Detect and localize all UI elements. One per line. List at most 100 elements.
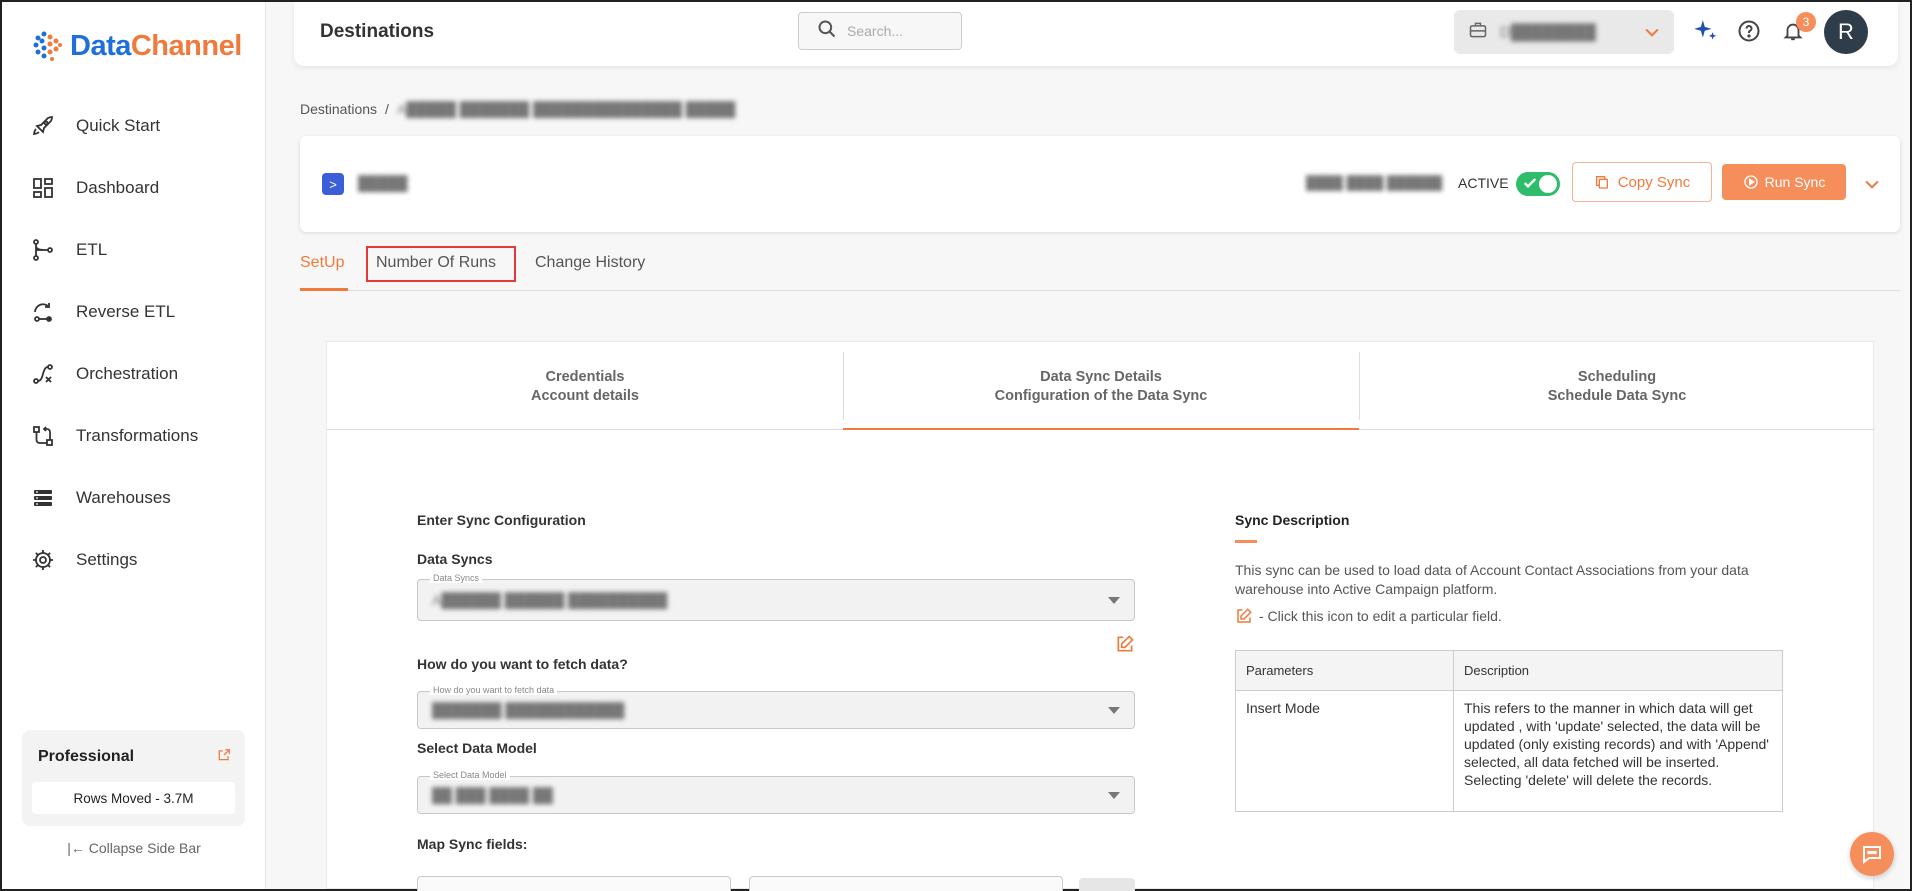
step-title: Credentials	[545, 368, 625, 385]
breadcrumb-destinations[interactable]: Destinations	[300, 101, 377, 117]
data-model-floating-label: Select Data Model	[430, 770, 510, 780]
orchestration-icon	[30, 361, 56, 387]
plan-title: Professional	[38, 748, 135, 765]
tab-number-of-runs[interactable]: Number Of Runs	[376, 254, 496, 272]
play-circle-icon	[1743, 174, 1759, 190]
tabs: SetUp Number Of Runs Change History	[300, 246, 1900, 291]
sidebar-item-transformations[interactable]: Transformations	[2, 405, 266, 467]
step-scheduling[interactable]: Scheduling Schedule Data Sync	[1359, 342, 1875, 430]
table-row: Insert Mode This refers to the manner in…	[1235, 690, 1783, 812]
tab-setup[interactable]: SetUp	[300, 254, 344, 272]
rocket-icon	[30, 113, 56, 139]
sidebar-item-label: Quick Start	[76, 116, 161, 135]
sync-description-text: This sync can be used to load data of Ac…	[1235, 562, 1749, 597]
toggle-knob	[1539, 175, 1557, 193]
sidebar-item-orchestration[interactable]: Orchestration	[2, 343, 266, 405]
dashboard-icon	[30, 175, 56, 201]
stepper: Credentials Account details Data Sync De…	[327, 342, 1875, 430]
breadcrumb: Destinations / A█████ ███████ ██████████…	[300, 101, 735, 117]
map-add-button[interactable]	[1079, 878, 1135, 891]
setup-panel: Credentials Account details Data Sync De…	[326, 341, 1875, 891]
caret-down-icon	[1108, 707, 1120, 714]
notification-badge: 3	[1796, 12, 1816, 32]
sync-description-title: Sync Description	[1235, 512, 1350, 528]
copy-icon	[1594, 174, 1610, 190]
table-cell: Insert Mode	[1235, 690, 1454, 812]
workspace-selector[interactable]: D████████	[1454, 10, 1674, 54]
breadcrumb-separator: /	[385, 101, 389, 117]
step-credentials[interactable]: Credentials Account details	[327, 342, 843, 430]
tab-change-history[interactable]: Change History	[535, 254, 645, 272]
sidebar-item-settings[interactable]: Settings	[2, 529, 266, 591]
table-header-row: Parameters Description	[1235, 650, 1783, 691]
sync-header-card: > █████ ████ ████ ██████ ACTIVE Copy Syn…	[300, 136, 1900, 232]
table-header: Description	[1453, 650, 1783, 691]
sync-name: █████	[358, 175, 408, 191]
sidebar-item-label: Settings	[76, 550, 138, 569]
edit-icon[interactable]	[1115, 634, 1135, 659]
data-model-value: ██ ███ ████ ██	[432, 787, 553, 803]
run-sync-label: Run Sync	[1764, 174, 1826, 190]
step-title: Data Sync Details	[1040, 368, 1162, 385]
sidebar-item-reverse-etl[interactable]: Reverse ETL	[2, 281, 266, 343]
sidebar-item-label: Dashboard	[76, 178, 160, 197]
sparkle-icon[interactable]	[1692, 18, 1718, 44]
collapse-icon: |←	[67, 840, 89, 856]
sidebar-item-warehouses[interactable]: Warehouses	[2, 467, 266, 529]
collapse-sidebar-button[interactable]: |← Collapse Side Bar	[2, 840, 266, 856]
avatar[interactable]: R	[1824, 10, 1868, 54]
active-tab-underline	[300, 288, 348, 291]
chevron-down-icon[interactable]	[1862, 174, 1882, 199]
sidebar-item-label: Reverse ETL	[76, 302, 176, 321]
caret-down-icon	[1108, 792, 1120, 799]
fetch-select[interactable]: How do you want to fetch data ███████ ██…	[417, 685, 1135, 729]
copy-sync-label: Copy Sync	[1617, 173, 1691, 191]
step-subtitle: Schedule Data Sync	[1547, 387, 1687, 404]
help-icon[interactable]	[1736, 18, 1762, 44]
chat-support-button[interactable]	[1850, 832, 1894, 876]
form-heading: Enter Sync Configuration	[417, 512, 586, 528]
datachannel-logo[interactable]: DataChannel	[30, 28, 242, 64]
edit-hint-text: - Click this icon to edit a particular f…	[1259, 608, 1502, 624]
data-syncs-select[interactable]: Data Syncs A██████ ██████ ██████████	[417, 573, 1135, 621]
sidebar: DataChannel Quick Start Dashboard ETL Re…	[2, 2, 266, 889]
sidebar-item-label: Warehouses	[76, 488, 171, 507]
step-title: Scheduling	[1577, 368, 1657, 385]
map-destination-field[interactable]	[749, 876, 1063, 891]
data-model-select[interactable]: Select Data Model ██ ███ ████ ██	[417, 770, 1135, 814]
active-step-underline	[843, 428, 1359, 430]
search-box[interactable]	[798, 12, 962, 50]
fetch-floating-label: How do you want to fetch data	[430, 685, 558, 695]
rows-moved: Rows Moved - 3.7M	[32, 782, 235, 814]
sidebar-item-label: Orchestration	[76, 364, 179, 383]
copy-sync-button[interactable]: Copy Sync	[1572, 162, 1712, 202]
external-link-icon[interactable]	[217, 748, 231, 767]
sidebar-item-dashboard[interactable]: Dashboard	[2, 157, 266, 219]
data-syncs-label: Data Syncs	[417, 551, 493, 567]
briefcase-icon	[1468, 20, 1488, 45]
map-source-field[interactable]	[417, 876, 731, 891]
data-model-label: Select Data Model	[417, 740, 537, 756]
edit-icon	[1235, 607, 1253, 625]
run-sync-button[interactable]: Run Sync	[1722, 164, 1846, 200]
sidebar-item-etl[interactable]: ETL	[2, 219, 266, 281]
search-input[interactable]	[847, 23, 947, 39]
status-label: ACTIVE	[1458, 175, 1509, 191]
gear-icon	[30, 547, 56, 573]
sidebar-item-label: ETL	[76, 240, 108, 259]
breadcrumb-current: A█████ ███████ ███████████████ █████	[396, 101, 736, 117]
active-toggle[interactable]	[1516, 172, 1560, 196]
check-icon	[1522, 175, 1538, 196]
data-syncs-floating-label: Data Syncs	[430, 573, 483, 583]
fetch-value: ███████ ████████████	[432, 702, 625, 718]
step-data-sync-details[interactable]: Data Sync Details Configuration of the D…	[843, 342, 1359, 430]
chevron-down-icon	[1642, 22, 1662, 47]
sidebar-item-label: Transformations	[76, 426, 199, 445]
fetch-label: How do you want to fetch data?	[417, 656, 628, 672]
sidebar-item-quick-start[interactable]: Quick Start	[2, 95, 266, 157]
logo-text-data: Data	[70, 29, 131, 62]
table-cell: This refers to the manner in which data …	[1453, 690, 1783, 812]
step-subtitle: Configuration of the Data Sync	[994, 387, 1208, 404]
data-syncs-value: A██████ ██████ ██████████	[432, 592, 668, 608]
map-fields-label: Map Sync fields:	[417, 836, 528, 852]
